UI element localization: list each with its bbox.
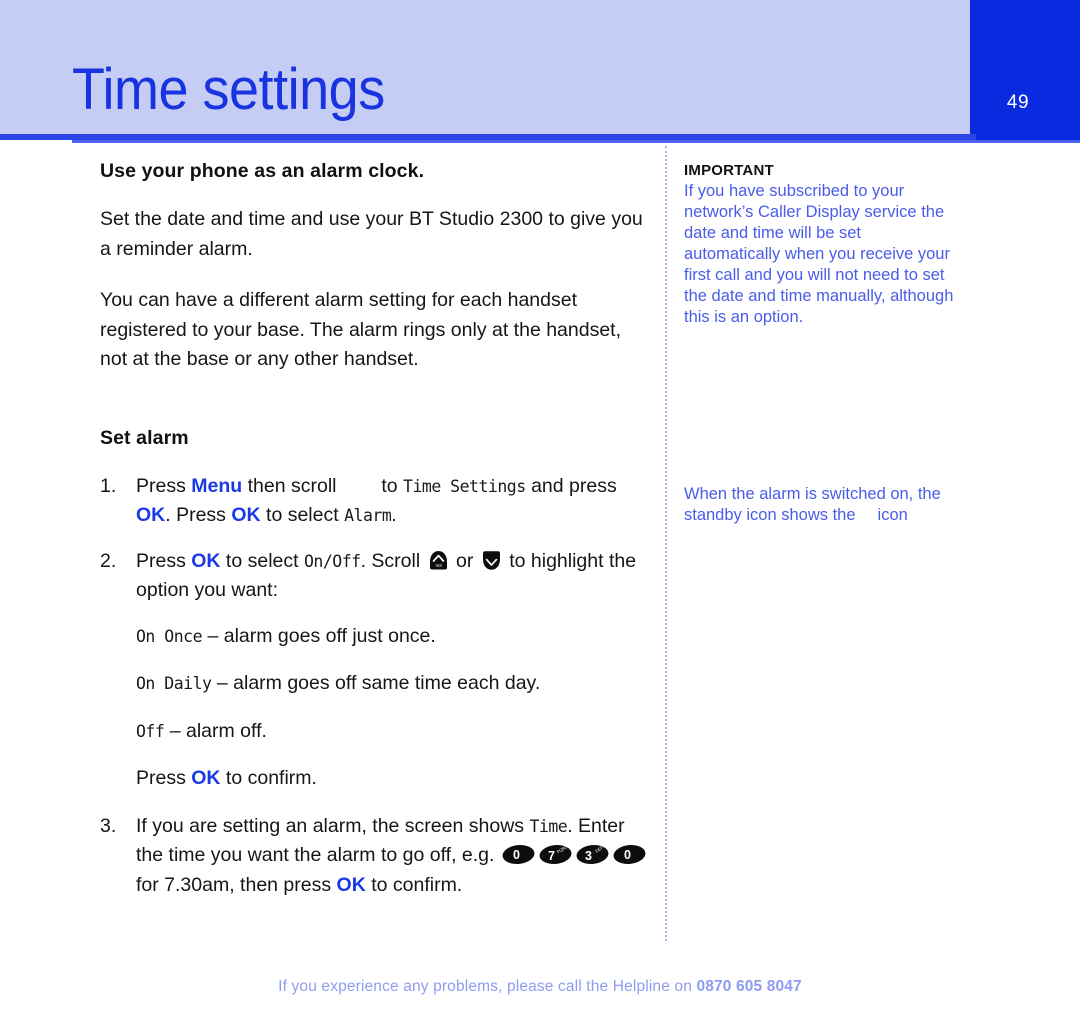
lcd-text-on-daily: On Daily xyxy=(136,674,212,693)
main-content-column: Use your phone as an alarm clock. Set th… xyxy=(100,160,652,916)
step-1-text-g: . xyxy=(391,504,397,526)
lcd-text-off: Off xyxy=(136,721,165,741)
step-3-text-d: to confirm. xyxy=(365,873,463,896)
page-number: 49 xyxy=(1006,92,1030,113)
svg-text:0: 0 xyxy=(624,848,631,862)
sidebar-note-part2: icon xyxy=(877,506,908,524)
svg-text:3: 3 xyxy=(585,849,592,863)
footer-phone-number: 0870 605 8047 xyxy=(696,978,802,995)
option-line-off: Off – alarm off. xyxy=(136,717,652,747)
step-2-text-b: to select xyxy=(220,549,304,572)
header-rule-thin xyxy=(72,140,1080,143)
step-2-text-a: Press xyxy=(136,549,192,572)
svg-text:Vol: Vol xyxy=(435,563,441,568)
keypad-key-0-second: 0 xyxy=(613,843,646,866)
confirm-pre: Press xyxy=(136,767,192,789)
steps-list: 1. Press Menu then scroll to Time Settin… xyxy=(100,472,652,606)
lcd-text-time-settings: Time Settings xyxy=(403,476,526,496)
step-1-text-a: Press xyxy=(136,474,192,497)
step-item-1: 1. Press Menu then scroll to Time Settin… xyxy=(100,472,652,531)
lcd-text-on-off: On/Off xyxy=(303,551,361,571)
confirm-line: Press OK to confirm. xyxy=(136,764,652,794)
ok-key-label-1: OK xyxy=(136,504,166,526)
sidebar-notes-column: IMPORTANT If you have subscribed to your… xyxy=(684,162,956,526)
ok-key-label-3: OK xyxy=(191,549,221,572)
option-desc-on-once: – alarm goes off just once. xyxy=(202,624,436,647)
svg-text:0: 0 xyxy=(513,848,520,862)
keypad-key-3: 3 DEF xyxy=(576,843,609,866)
lcd-text-alarm: Alarm xyxy=(344,506,392,525)
step-number-2: 2. xyxy=(100,549,117,572)
page-title: Time settings xyxy=(72,57,385,122)
keypad-key-0-first: 0 xyxy=(502,843,535,866)
step-3-text-a: If you are setting an alarm, the screen … xyxy=(136,814,530,837)
step-1-text-d: and press xyxy=(525,474,617,497)
section-heading-alarm-clock: Use your phone as an alarm clock. xyxy=(100,160,425,182)
intro-paragraph-2: You can have a different alarm setting f… xyxy=(100,289,622,370)
ok-key-label-2: OK xyxy=(231,504,261,526)
intro-paragraph-1: Set the date and time and use your BT St… xyxy=(100,208,643,260)
footer-text: If you experience any problems, please c… xyxy=(278,978,697,995)
step-item-3: 3. If you are setting an alarm, the scre… xyxy=(100,812,652,901)
lcd-text-on-once: On Once xyxy=(136,626,203,646)
step-2-text-d: or xyxy=(450,549,479,572)
step-2-text-c: . Scroll xyxy=(360,549,426,572)
option-line-on-daily: On Daily – alarm goes off same time each… xyxy=(136,669,652,699)
lcd-text-time: Time xyxy=(529,816,568,836)
scroll-up-key-icon: Vol xyxy=(428,550,449,571)
keypad-key-7: 7 PQRS xyxy=(539,843,572,866)
column-divider xyxy=(665,146,667,941)
step-1-text-c: to xyxy=(375,474,404,497)
menu-key-label: Menu xyxy=(191,474,243,497)
sidebar-important-label: IMPORTANT xyxy=(684,162,774,179)
step-1-text-f: to select xyxy=(260,504,345,526)
confirm-post: to confirm. xyxy=(220,767,317,789)
step-number-1: 1. xyxy=(100,474,117,497)
ok-key-label-4: OK xyxy=(191,767,221,789)
step-1-text-b: then scroll xyxy=(242,474,342,497)
sidebar-important-text: If you have subscribed to your network’s… xyxy=(684,182,954,326)
scroll-down-key-icon xyxy=(481,550,502,571)
page-footer: If you experience any problems, please c… xyxy=(0,978,1080,996)
steps-list-continued: 3. If you are setting an alarm, the scre… xyxy=(100,812,652,901)
page-number-block xyxy=(970,0,1080,141)
option-line-on-once: On Once – alarm goes off just once. xyxy=(136,622,652,652)
step-item-2: 2. Press OK to select On/Off. Scroll Vol… xyxy=(100,547,652,606)
option-desc-on-daily: – alarm goes off same time each day. xyxy=(211,672,541,694)
svg-text:7: 7 xyxy=(548,849,555,863)
sidebar-note-text: When the alarm is switched on, the stand… xyxy=(684,484,956,526)
ok-key-label-5: OK xyxy=(336,873,366,896)
section-heading-set-alarm: Set alarm xyxy=(100,426,189,449)
step-3-text-c: for 7.30am, then press xyxy=(136,873,337,896)
step-1-text-e: . Press xyxy=(165,504,232,526)
step-number-3: 3. xyxy=(100,814,117,837)
option-desc-off: – alarm off. xyxy=(164,719,267,742)
